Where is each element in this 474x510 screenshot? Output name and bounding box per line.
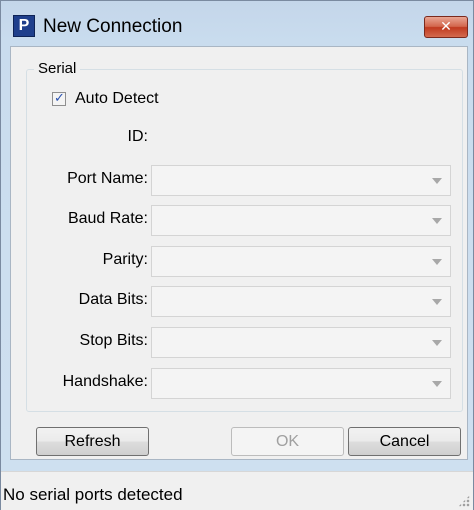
baud-rate-label: Baud Rate: (67, 210, 148, 227)
checkmark-icon: ✓ (54, 90, 65, 105)
serial-group-label: Serial (34, 61, 81, 77)
chevron-down-icon (432, 178, 442, 184)
status-bar: No serial ports detected (1, 471, 473, 510)
cancel-button[interactable]: Cancel (348, 427, 461, 456)
window-title: New Connection (43, 16, 183, 37)
resize-grip-icon[interactable] (458, 495, 470, 507)
status-text: No serial ports detected (3, 485, 183, 504)
chevron-down-icon (432, 259, 442, 265)
handshake-label: Handshake: (62, 373, 148, 390)
ok-button: OK (231, 427, 344, 456)
chevron-down-icon (432, 218, 442, 224)
close-button[interactable]: ✕ (424, 16, 468, 38)
title-bar[interactable]: P New Connection ✕ (1, 1, 473, 45)
port-name-label: Port Name: (67, 170, 148, 187)
data-bits-label: Data Bits: (78, 291, 148, 308)
refresh-button[interactable]: Refresh (36, 427, 149, 456)
port-name-combobox[interactable] (151, 165, 451, 196)
close-icon: ✕ (440, 18, 452, 34)
chevron-down-icon (432, 381, 442, 387)
auto-detect-label[interactable]: Auto Detect (75, 90, 159, 108)
auto-detect-checkbox[interactable]: ✓ (52, 90, 66, 106)
chevron-down-icon (432, 299, 442, 305)
baud-rate-combobox[interactable] (151, 205, 451, 236)
parity-combobox[interactable] (151, 246, 451, 277)
app-logo-icon: P (13, 15, 35, 37)
data-bits-combobox[interactable] (151, 286, 451, 317)
stop-bits-label: Stop Bits: (79, 332, 148, 349)
serial-groupbox (26, 69, 463, 412)
chevron-down-icon (432, 340, 442, 346)
parity-label: Parity: (102, 251, 148, 268)
id-label: ID: (127, 128, 148, 145)
handshake-combobox[interactable] (151, 368, 451, 399)
stop-bits-combobox[interactable] (151, 327, 451, 358)
